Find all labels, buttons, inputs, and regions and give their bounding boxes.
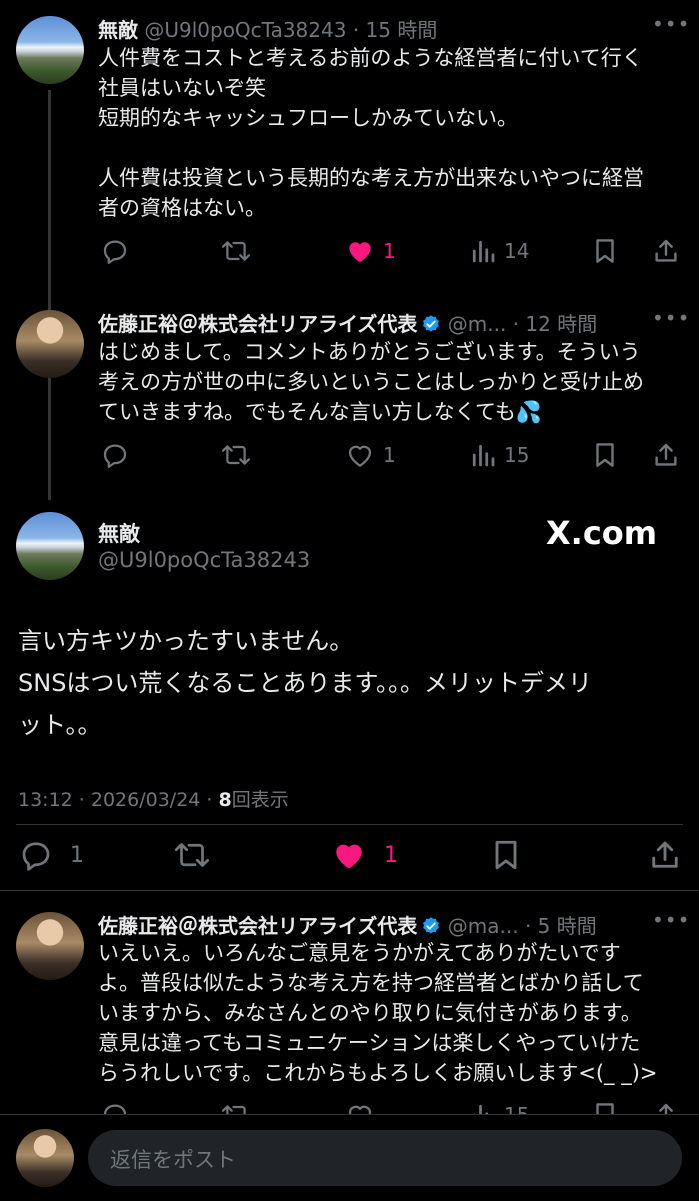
bookmark-button[interactable] (490, 837, 522, 873)
view-count: 14 (504, 239, 530, 263)
repost-icon (221, 445, 251, 465)
verified-badge-icon (423, 315, 440, 332)
author-handle[interactable]: @U9l0poQcTa38243 (98, 548, 310, 572)
tweet-header: 佐藤正裕＠株式会社リアライズ代表 @m... · 12 時間 (98, 308, 597, 337)
like-count: 1 (383, 239, 396, 263)
like-button[interactable]: 1 (345, 236, 396, 266)
views-button[interactable]: 15 (470, 440, 529, 470)
post-time[interactable]: · 12 時間 (513, 312, 598, 336)
author-handle[interactable]: @m... (448, 312, 507, 336)
avatar[interactable] (16, 1129, 74, 1187)
author-handle[interactable]: @ma... (448, 914, 519, 938)
tweet-header: 佐藤正裕＠株式会社リアライズ代表 @ma... · 5 時間 (98, 910, 597, 939)
repost-button[interactable] (220, 440, 252, 470)
reply-button[interactable]: 1 (18, 837, 84, 873)
like-button[interactable]: 1 (345, 440, 396, 470)
post-time[interactable]: · 5 時間 (525, 914, 597, 938)
author-handle[interactable]: @U9l0poQcTa38243 (144, 18, 346, 42)
verified-badge-icon (423, 917, 440, 934)
author-name[interactable]: 無敵 (98, 18, 138, 42)
divider (16, 824, 683, 825)
bookmark-icon (495, 840, 517, 870)
views-icon (472, 240, 495, 263)
brand-watermark: X.com (546, 514, 658, 552)
more-options-icon[interactable]: ••• (652, 12, 690, 36)
reply-button[interactable] (100, 440, 130, 470)
post-time[interactable]: · 15 時間 (353, 18, 438, 42)
main-tweet-text: 言い方キツかったすいません。 SNSはつい荒くなることあります。。。メリットデメ… (18, 627, 593, 739)
author-name[interactable]: 無敵 (98, 518, 140, 548)
share-button[interactable] (652, 440, 680, 470)
views-button[interactable]: 14 (470, 236, 529, 266)
reply-icon (103, 240, 127, 264)
like-button[interactable]: 1 (330, 837, 398, 873)
views-icon (472, 444, 495, 467)
reply-icon (22, 842, 50, 871)
repost-icon (221, 241, 251, 261)
share-icon (652, 841, 678, 868)
reply-count: 1 (70, 842, 84, 868)
bookmark-icon (596, 443, 614, 467)
like-count: 1 (384, 842, 398, 868)
share-button[interactable] (648, 837, 682, 873)
view-count: 15 (504, 443, 530, 467)
share-icon (655, 443, 677, 466)
heart-filled-icon (336, 844, 362, 869)
share-button[interactable] (652, 236, 680, 266)
divider (0, 890, 699, 891)
timestamp-text[interactable]: 13:12 · 2026/03/24 · (18, 789, 219, 811)
avatar[interactable] (16, 512, 84, 580)
share-icon (655, 239, 677, 262)
reply-input[interactable]: 返信をポスト (88, 1130, 682, 1186)
avatar[interactable] (16, 310, 84, 378)
bookmark-button[interactable] (592, 440, 618, 470)
author-name[interactable]: 佐藤正裕＠株式会社リアライズ代表 (98, 914, 417, 938)
repost-button[interactable] (220, 236, 252, 266)
heart-icon (348, 445, 372, 467)
post-timestamp: 13:12 · 2026/03/24 · 8回表示 (18, 785, 289, 812)
repost-button[interactable] (172, 837, 212, 873)
reply-icon (103, 444, 127, 468)
tweet-text: はじめまして。コメントありがとうございます。そういう 考えの方が世の中に多いとい… (98, 340, 644, 424)
repost-icon (174, 843, 210, 867)
bookmark-button[interactable] (592, 236, 618, 266)
avatar[interactable] (16, 912, 84, 980)
bookmark-icon (596, 239, 614, 263)
reply-placeholder: 返信をポスト (110, 1148, 236, 1172)
tweet-text: いえいえ。いろんなご意見をうかがえてありがたいです よ。普段は似たような考え方を… (98, 941, 658, 1085)
views-label: 回表示 (231, 789, 289, 811)
avatar[interactable] (16, 16, 84, 84)
more-options-icon[interactable]: ••• (652, 306, 690, 330)
author-name[interactable]: 佐藤正裕＠株式会社リアライズ代表 (98, 312, 417, 336)
tweet-header: 無敵 @U9l0poQcTa38243 · 15 時間 (98, 14, 437, 43)
tweet-text: 人件費をコストと考えるお前のような経営者に付いて行く 社員はいないぞ笑 短期的な… (98, 46, 644, 220)
heart-filled-icon (349, 242, 371, 263)
thread-line (48, 90, 51, 500)
views-count: 8 (218, 789, 232, 811)
reply-composer-bar: 返信をポスト (0, 1114, 699, 1201)
like-count: 1 (383, 443, 396, 467)
more-options-icon[interactable]: ••• (652, 908, 690, 932)
reply-button[interactable] (100, 236, 130, 266)
